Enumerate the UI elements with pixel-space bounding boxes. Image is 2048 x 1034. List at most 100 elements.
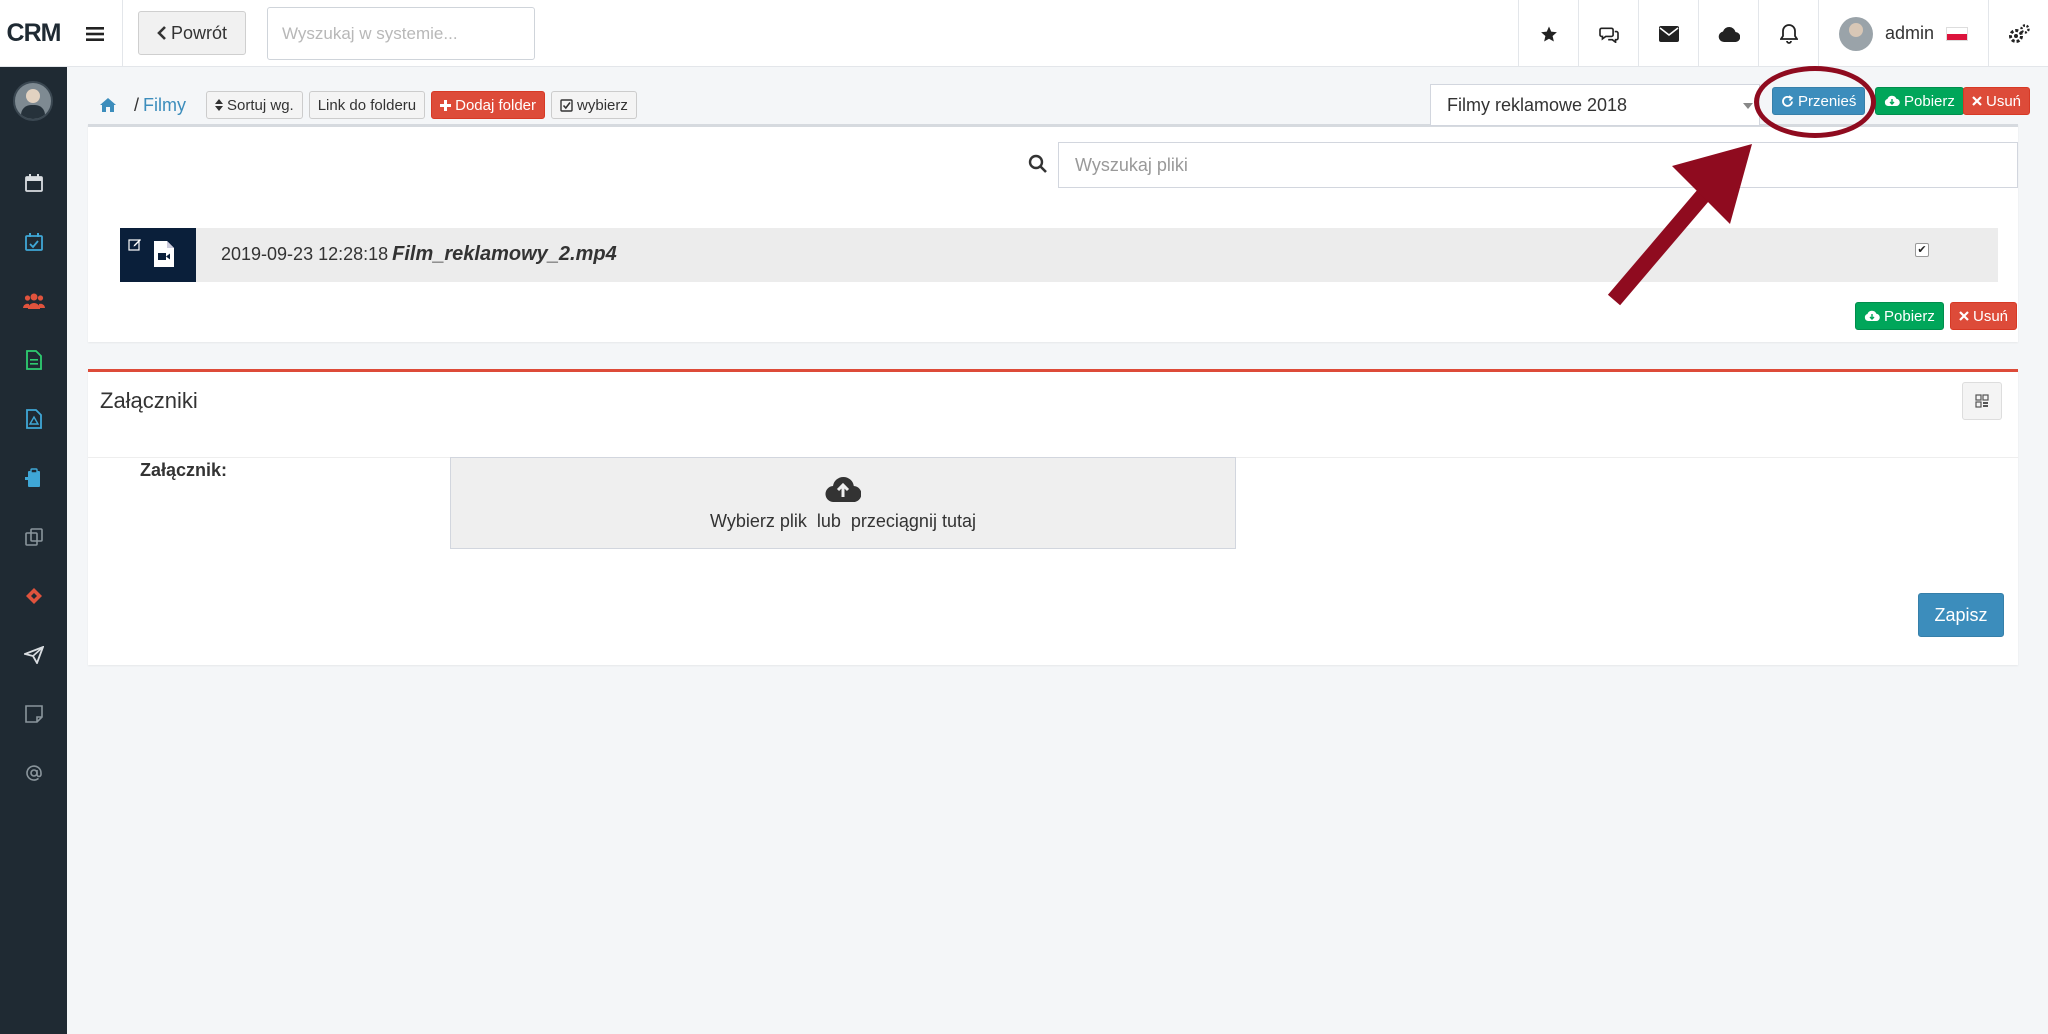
add-folder-button[interactable]: Dodaj folder xyxy=(431,91,546,119)
sort-icon xyxy=(215,99,224,111)
sidebar-item-notes[interactable] xyxy=(0,694,67,734)
sidebar-item-send[interactable] xyxy=(0,635,67,675)
copy-icon xyxy=(24,528,43,546)
pdf-icon xyxy=(25,409,42,429)
delete-button[interactable]: Usuń xyxy=(1963,87,2031,115)
delete-button-label: Usuń xyxy=(1986,92,2022,110)
ticket-icon xyxy=(25,588,42,604)
file-search-input[interactable] xyxy=(1058,142,2018,188)
download-selected-button[interactable]: Pobierz xyxy=(1855,302,1944,330)
envelope-icon xyxy=(1658,25,1679,42)
messages-button[interactable] xyxy=(1638,0,1698,67)
panel-options-button[interactable] xyxy=(1962,382,2002,420)
at-icon xyxy=(25,765,42,781)
sort-button-label: Sortuj wg. xyxy=(227,96,294,114)
cloud-download-icon xyxy=(1864,310,1880,322)
cogs-icon xyxy=(2008,23,2030,43)
comments-icon xyxy=(1598,26,1619,43)
close-icon xyxy=(1972,96,1982,106)
save-button[interactable]: Zapisz xyxy=(1918,593,2004,637)
notifications-button[interactable] xyxy=(1758,0,1818,67)
check-icon: ✔ xyxy=(1917,243,1927,256)
select-button-label: wybierz xyxy=(577,96,628,114)
sidebar-avatar[interactable] xyxy=(13,81,53,121)
chevron-down-icon xyxy=(1743,103,1753,109)
breadcrumb-separator: / xyxy=(134,94,140,115)
download-button[interactable]: Pobierz xyxy=(1875,87,1964,115)
sidebar-item-calendar[interactable] xyxy=(0,163,67,203)
breadcrumb-current[interactable]: / Filmy xyxy=(134,95,186,116)
dropzone-text: Wybierz plik lub przeciągnij tutaj xyxy=(710,510,976,531)
sidebar-item-clipboard[interactable] xyxy=(0,458,67,498)
settings-button[interactable] xyxy=(1988,0,2048,67)
file-dropzone[interactable]: Wybierz plik lub przeciągnij tutaj xyxy=(450,457,1236,549)
hamburger-icon xyxy=(85,26,104,41)
home-link[interactable] xyxy=(88,97,128,113)
file-thumbnail[interactable] xyxy=(120,228,196,282)
users-icon xyxy=(22,293,45,309)
sidebar-item-contacts[interactable] xyxy=(0,281,67,321)
target-folder-select[interactable]: Filmy reklamowe 2018 xyxy=(1430,84,1760,126)
cloud-download-icon xyxy=(1884,95,1900,107)
breadcrumb-current-label: Filmy xyxy=(143,94,187,115)
menu-toggle-button[interactable] xyxy=(67,0,123,67)
user-name: admin xyxy=(1884,23,1935,43)
download-selected-label: Pobierz xyxy=(1884,307,1935,325)
calendar-check-icon xyxy=(24,233,43,251)
star-icon xyxy=(1540,26,1557,41)
cloud-icon xyxy=(1718,26,1740,42)
annotation-arrow-icon xyxy=(1607,144,1752,306)
close-icon xyxy=(1959,311,1969,321)
edit-icon[interactable] xyxy=(128,237,142,251)
top-navbar: CRM Powrót admin xyxy=(0,0,2048,67)
back-button[interactable]: Powrót xyxy=(138,11,246,55)
grid-icon xyxy=(1975,394,1989,408)
attachments-title: Załączniki xyxy=(100,388,198,413)
crm-logo[interactable]: CRM xyxy=(0,0,67,67)
sort-button[interactable]: Sortuj wg. xyxy=(206,91,303,119)
sidebar-item-email[interactable] xyxy=(0,753,67,793)
breadcrumb: / Filmy Sortuj wg. Link do folderu Dodaj … xyxy=(88,90,637,120)
file-name[interactable]: Film_reklamowy_2.mp4 xyxy=(392,243,617,265)
search-icon xyxy=(1028,154,1047,173)
folder-link-label: Link do folderu xyxy=(317,96,417,114)
home-icon xyxy=(100,98,116,112)
chevron-left-icon xyxy=(157,26,166,40)
sidebar-item-tasks[interactable] xyxy=(0,222,67,262)
document-icon xyxy=(25,350,42,370)
delete-selected-button[interactable]: Usuń xyxy=(1950,302,2018,330)
cloud-upload-icon xyxy=(825,476,861,502)
calendar-icon xyxy=(24,174,43,192)
chat-button[interactable] xyxy=(1578,0,1638,67)
user-avatar xyxy=(1838,16,1873,51)
check-square-icon xyxy=(560,98,573,112)
back-button-label: Powrót xyxy=(170,22,228,43)
favorites-button[interactable] xyxy=(1518,0,1578,67)
file-select-checkbox[interactable]: ✔ xyxy=(1915,243,1929,257)
sidebar-item-pdf[interactable] xyxy=(0,399,67,439)
attachments-panel: Załączniki Załącznik: Wybierz plik lub p… xyxy=(88,369,2018,665)
top-icons-group: admin xyxy=(1518,0,2048,67)
sidebar-item-copy[interactable] xyxy=(0,517,67,557)
clipboard-icon xyxy=(24,468,40,487)
target-folder-value: Filmy reklamowe 2018 xyxy=(1447,94,1628,115)
note-icon xyxy=(24,705,43,723)
video-file-icon xyxy=(154,241,174,267)
select-button[interactable]: wybierz xyxy=(551,91,637,119)
add-folder-label: Dodaj folder xyxy=(455,96,537,114)
sidebar-item-tickets[interactable] xyxy=(0,576,67,616)
global-search-input[interactable] xyxy=(267,7,535,60)
sidebar xyxy=(0,67,67,1034)
file-info: 2019-09-23 12:28:18 Film_reklamowy_2.mp4 xyxy=(221,243,617,266)
poland-flag-icon xyxy=(1946,26,1969,41)
plus-icon xyxy=(440,99,452,111)
sidebar-item-documents[interactable] xyxy=(0,340,67,380)
delete-selected-label: Usuń xyxy=(1973,307,2009,325)
attachment-field-label: Załącznik: xyxy=(140,460,228,480)
annotation-ellipse xyxy=(1754,66,1876,138)
folder-link-button[interactable]: Link do folderu xyxy=(308,91,426,119)
download-button-label: Pobierz xyxy=(1904,92,1955,110)
paper-plane-icon xyxy=(23,646,44,664)
user-menu[interactable]: admin xyxy=(1818,0,1988,67)
cloud-button[interactable] xyxy=(1698,0,1758,67)
